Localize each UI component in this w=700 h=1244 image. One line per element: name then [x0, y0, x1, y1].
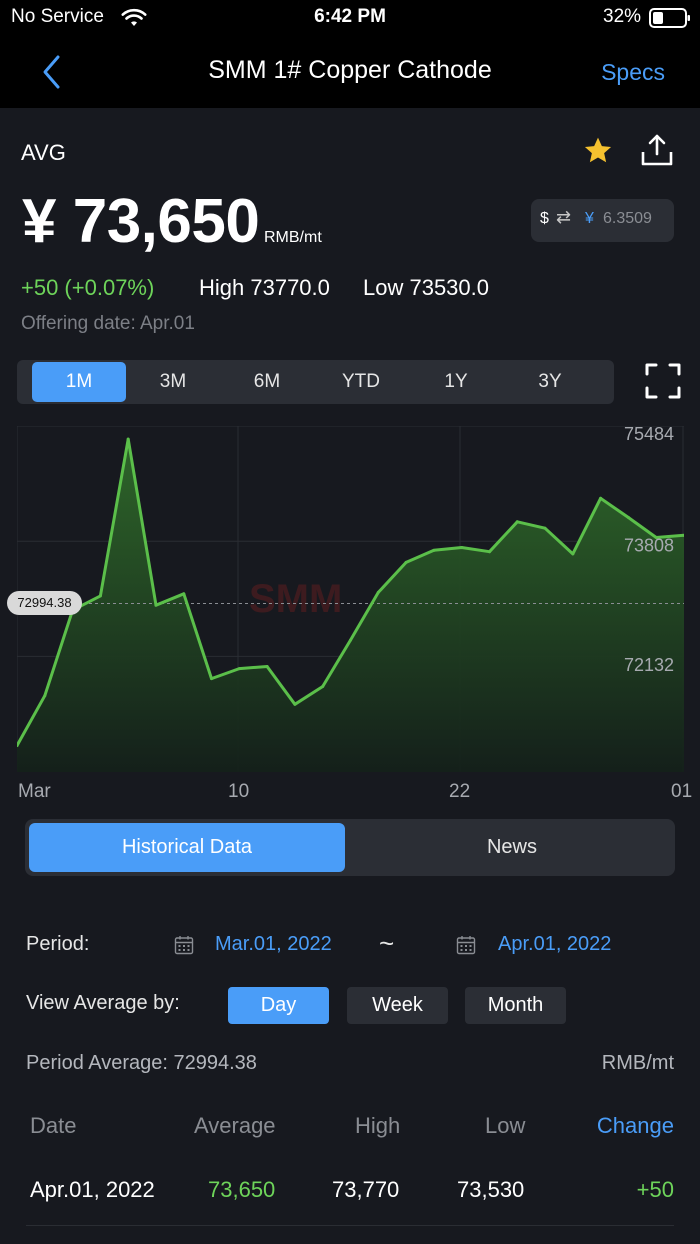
- low-value: Low 73530.0: [363, 275, 489, 300]
- row-change: +50: [636, 1177, 674, 1202]
- x-tick-label: 01: [671, 781, 693, 802]
- data-point: [626, 516, 630, 520]
- favorite-star-icon[interactable]: [581, 135, 615, 167]
- column-header-date: Date: [30, 1113, 77, 1138]
- data-point: [154, 603, 158, 607]
- end-date[interactable]: Apr.01, 2022: [498, 933, 611, 956]
- column-header-change[interactable]: Change: [597, 1113, 674, 1139]
- data-point: [98, 594, 102, 598]
- fx-rate: 6.3509: [603, 210, 652, 227]
- y-tick-label: 73808: [624, 535, 674, 555]
- start-date[interactable]: Mar.01, 2022: [215, 933, 332, 956]
- currency-toggle[interactable]: $ ⇄ ¥ 6.3509: [531, 199, 674, 242]
- page-title: SMM 1# Copper Cathode: [208, 56, 492, 84]
- period-label: Period:: [26, 933, 90, 955]
- avg-label: AVG: [21, 140, 66, 165]
- data-point: [460, 545, 464, 549]
- data-point: [237, 667, 241, 671]
- row-high: 73,770: [332, 1177, 400, 1202]
- battery-percent: 32%: [603, 6, 642, 27]
- tab-ytd[interactable]: YTD: [314, 362, 408, 402]
- calendar-icon[interactable]: [456, 935, 476, 955]
- data-point: [349, 638, 352, 642]
- data-point: [321, 684, 325, 688]
- y-tick-label: 75484: [624, 426, 674, 444]
- row-low: 73,530: [457, 1177, 525, 1202]
- x-tick-label: 10: [228, 781, 250, 802]
- price-value: ¥ 73,650: [22, 187, 260, 256]
- specs-button[interactable]: Specs: [601, 59, 665, 86]
- data-point: [182, 592, 186, 596]
- day-button[interactable]: Day: [228, 987, 329, 1024]
- price-unit: RMB/mt: [264, 229, 322, 246]
- price-chart[interactable]: SMM 75484 73808 72132: [15, 424, 686, 772]
- period-average: Period Average: 72994.38: [26, 1052, 257, 1074]
- share-icon[interactable]: [640, 133, 674, 167]
- column-header-high: High: [355, 1113, 401, 1138]
- x-tick-label: 22: [449, 781, 471, 802]
- row-divider: [26, 1225, 674, 1226]
- fullscreen-icon[interactable]: [645, 363, 681, 399]
- data-point: [404, 560, 408, 564]
- row-average: 73,650: [208, 1177, 276, 1202]
- tab-news[interactable]: News: [354, 823, 670, 872]
- data-point: [571, 552, 575, 556]
- range-tabs: 1M 3M 6M YTD 1Y 3Y: [17, 360, 614, 404]
- tab-3y[interactable]: 3Y: [503, 362, 597, 402]
- tab-3m[interactable]: 3M: [126, 362, 220, 402]
- tab-1m[interactable]: 1M: [32, 362, 126, 402]
- data-point: [265, 665, 269, 669]
- data-point: [599, 496, 603, 500]
- price-area: [17, 439, 684, 772]
- dollar-label: $: [540, 210, 549, 227]
- top-bar: No Service 6:42 PM 32% SMM 1# Copper Cat…: [0, 0, 700, 108]
- reference-value-badge: 72994.38: [7, 591, 82, 616]
- high-value: High 73770.0: [199, 275, 330, 300]
- y-tick-label: 72132: [624, 655, 674, 675]
- data-point: [43, 694, 47, 698]
- clock: 6:42 PM: [314, 6, 386, 27]
- tab-1y[interactable]: 1Y: [409, 362, 503, 402]
- chart-svg: SMM 75484 73808 72132: [15, 424, 686, 772]
- month-button[interactable]: Month: [465, 987, 566, 1024]
- data-point: [293, 702, 297, 706]
- data-point: [515, 520, 519, 524]
- offering-date: Offering date: Apr.01: [21, 313, 195, 334]
- data-point: [487, 550, 491, 554]
- tab-historical-data[interactable]: Historical Data: [29, 823, 345, 872]
- yen-label: ¥: [585, 210, 594, 227]
- week-button[interactable]: Week: [347, 987, 448, 1024]
- column-header-low: Low: [485, 1113, 526, 1138]
- date-separator: ~: [379, 928, 395, 958]
- price-change: +50 (+0.07%): [21, 275, 155, 300]
- calendar-icon[interactable]: [174, 935, 194, 955]
- watermark-logo: SMM: [249, 577, 342, 621]
- column-header-average: Average: [194, 1113, 276, 1138]
- data-point: [210, 677, 214, 681]
- data-point: [432, 548, 436, 552]
- data-point: [376, 590, 380, 594]
- period-average-unit: RMB/mt: [601, 1052, 674, 1074]
- swap-icon: ⇄: [556, 207, 572, 227]
- data-point: [126, 437, 130, 441]
- battery-icon: [649, 8, 690, 28]
- view-average-label: View Average by:: [26, 992, 180, 1014]
- data-point: [543, 526, 547, 530]
- content-segment-control: Historical Data News: [25, 819, 675, 876]
- row-date: Apr.01, 2022: [30, 1177, 155, 1202]
- x-tick-label: Mar: [18, 781, 51, 802]
- tab-6m[interactable]: 6M: [220, 362, 314, 402]
